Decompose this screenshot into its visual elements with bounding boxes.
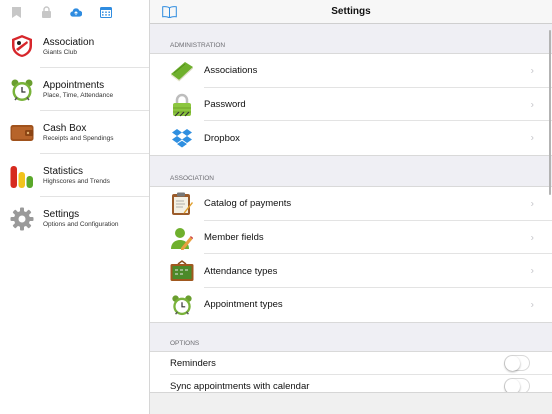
sidebar-item-subtitle: Receipts and Spendings <box>43 135 114 142</box>
sidebar-item-appointments[interactable]: Appointments Place, Time, Attendance <box>0 68 149 111</box>
chevron-right-icon: › <box>530 65 534 77</box>
sidebar-toolbar <box>0 0 149 24</box>
administration-group: Associations › Password › Dropbox › <box>150 53 552 157</box>
chevron-right-icon: › <box>530 299 534 311</box>
reminders-toggle[interactable] <box>504 355 530 372</box>
sidebar-item-title: Statistics <box>43 166 84 177</box>
chevron-right-icon: › <box>530 265 534 277</box>
sidebar-item-subtitle: Highscores and Trends <box>43 178 110 185</box>
clipboard-icon <box>170 192 194 216</box>
row-attendance-types[interactable]: Attendance types › <box>150 254 552 289</box>
club-logo-icon <box>9 33 35 59</box>
cloud-upload-icon[interactable] <box>70 6 82 18</box>
row-label: Member fields <box>204 232 264 244</box>
row-label: Password <box>204 99 246 111</box>
section-header-options: OPTIONS <box>170 339 200 347</box>
row-member-fields[interactable]: Member fields › <box>150 221 552 255</box>
lock-icon[interactable] <box>40 6 52 18</box>
sidebar: Association Giants Club Appointments Pla… <box>0 0 150 414</box>
sidebar-item-subtitle: Giants Club <box>43 48 77 56</box>
section-header-administration: ADMINISTRATION <box>170 42 226 49</box>
row-password[interactable]: Password › <box>150 88 552 122</box>
row-label: Attendance types <box>204 265 278 277</box>
sidebar-item-subtitle: Place, Time, Attendance <box>43 92 114 99</box>
sidebar-item-settings[interactable]: Settings Options and Configuration <box>0 197 149 240</box>
wallet-icon <box>9 120 35 146</box>
navigation-bar: Settings <box>150 0 552 24</box>
row-dropbox[interactable]: Dropbox › <box>150 121 552 155</box>
row-label: Associations <box>204 65 258 77</box>
chevron-right-icon: › <box>530 132 534 144</box>
row-label: Sync appointments with calendar <box>170 380 310 392</box>
alarm-clock-icon <box>9 77 35 103</box>
sidebar-item-subtitle: Options and Configuration <box>43 221 119 228</box>
chevron-right-icon: › <box>530 232 534 244</box>
settings-panel: Settings ADMINISTRATION Associations › P… <box>150 0 552 414</box>
row-catalog-of-payments[interactable]: Catalog of payments › <box>150 187 552 221</box>
open-book-icon[interactable] <box>162 5 177 23</box>
chevron-right-icon: › <box>530 198 534 210</box>
row-label: Appointment types <box>204 299 283 311</box>
book-icon <box>170 59 194 83</box>
row-label: Dropbox <box>204 132 240 144</box>
sidebar-item-association[interactable]: Association Giants Club <box>0 24 149 68</box>
member-edit-icon <box>170 226 194 250</box>
row-associations[interactable]: Associations › <box>150 54 552 88</box>
padlock-icon <box>170 93 194 117</box>
row-label: Catalog of payments <box>204 198 292 210</box>
sidebar-item-cash-box[interactable]: Cash Box Receipts and Spendings <box>0 111 149 154</box>
bottom-toolbar <box>150 392 552 414</box>
bar-chart-icon <box>9 163 35 189</box>
chalkboard-icon <box>170 259 194 283</box>
section-header-association: ASSOCIATION <box>170 175 214 183</box>
sidebar-item-title: Appointments <box>43 80 105 91</box>
sidebar-item-statistics[interactable]: Statistics Highscores and Trends <box>0 154 149 197</box>
alarm-clock-icon <box>170 293 194 317</box>
dropbox-icon <box>170 126 194 150</box>
sidebar-item-title: Association <box>43 36 95 48</box>
association-group: Catalog of payments › Member fields › At… <box>150 186 552 323</box>
sidebar-item-title: Cash Box <box>43 123 87 134</box>
row-label: Reminders <box>170 357 216 369</box>
page-title: Settings <box>331 6 371 17</box>
options-group: Reminders Sync appointments with calenda… <box>150 350 552 398</box>
bookmark-icon[interactable] <box>10 6 22 18</box>
gear-icon <box>9 206 35 232</box>
row-reminders: Reminders <box>150 352 552 375</box>
calendar-icon[interactable] <box>100 6 112 18</box>
chevron-right-icon: › <box>530 99 534 111</box>
scrollbar[interactable] <box>549 30 551 195</box>
row-appointment-types[interactable]: Appointment types › <box>150 288 552 322</box>
sidebar-item-title: Settings <box>43 209 80 220</box>
